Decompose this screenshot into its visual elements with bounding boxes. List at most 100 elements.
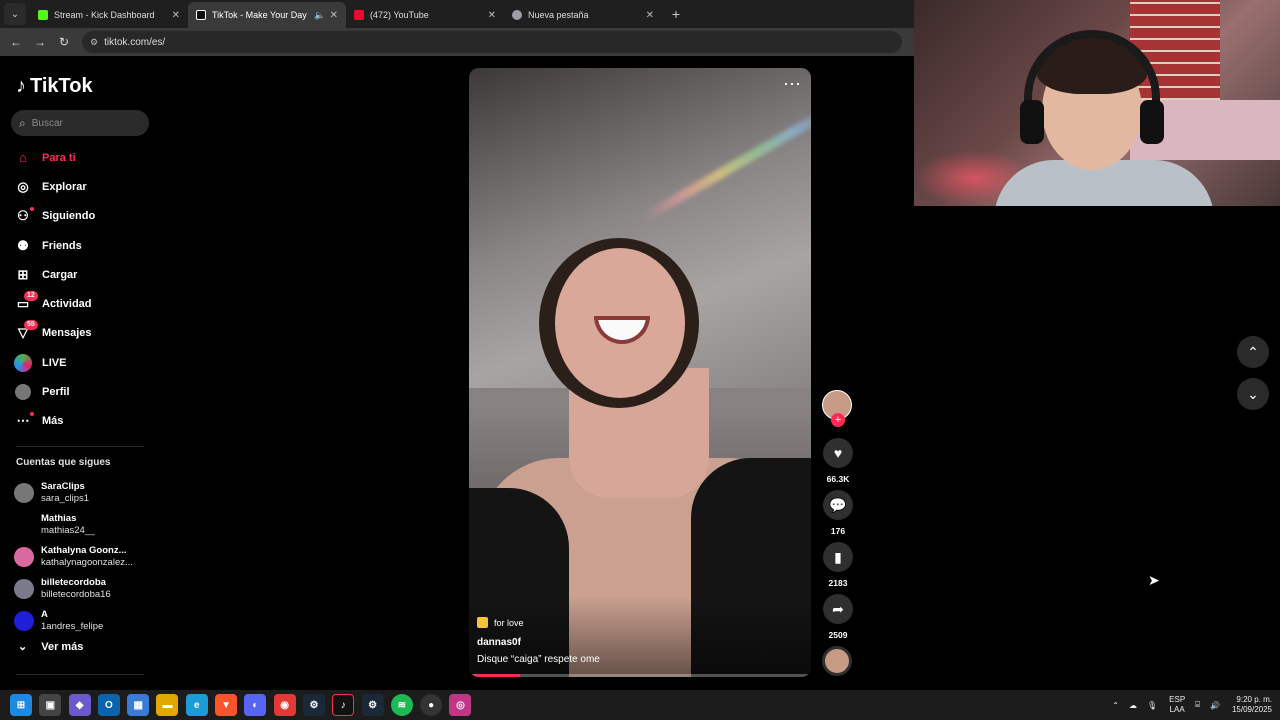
spotify-icon[interactable]: ≋ — [390, 694, 413, 716]
tiktok-note-icon: ♪ — [16, 75, 26, 97]
sidebar-item-cargar[interactable]: ⊞ Cargar — [14, 260, 154, 289]
following-account[interactable]: A 1andres_felipe — [14, 605, 154, 637]
tiktok-icon — [196, 10, 206, 20]
reload-icon[interactable]: ↻ — [54, 32, 74, 52]
forward-icon[interactable]: → — [30, 32, 50, 52]
sidebar-item-label: Perfil — [42, 386, 70, 399]
close-icon[interactable]: ✕ — [646, 10, 654, 21]
onedrive-icon[interactable]: ☁ — [1129, 701, 1137, 710]
chrome-icon — [512, 10, 522, 20]
next-video-button[interactable]: ⌄ — [1237, 378, 1269, 410]
sidebar-item-friends[interactable]: ⚉ Friends — [14, 231, 154, 260]
creator-avatar[interactable]: + — [822, 390, 852, 427]
chevron-up-icon[interactable]: ⌃ — [1112, 701, 1119, 710]
windows-taskbar: ⊞ ▣ ◆ O ▦ ▬ e ▼ ◐ ◉ ⚙ ♪ ⚙ ≋ ● ◎ ⌃ ☁ 🎙 ES… — [0, 690, 1280, 720]
language-indicator[interactable]: ESP LAA — [1169, 695, 1185, 715]
file-explorer-icon[interactable]: ▬ — [156, 694, 179, 716]
volume-icon[interactable]: 🔊 — [1210, 701, 1220, 710]
previous-video-button[interactable]: ⌃ — [1237, 336, 1269, 368]
close-icon[interactable]: ✕ — [172, 10, 180, 21]
url-field[interactable]: ⚙ tiktok.com/es/ — [82, 31, 902, 53]
following-section-title: Cuentas que sigues — [16, 457, 111, 468]
streamer — [974, 30, 1214, 206]
brave-icon[interactable]: ▼ — [215, 694, 238, 716]
clock[interactable]: 9:20 p. m. 15/09/2025 — [1232, 695, 1272, 715]
tab-youtube[interactable]: (472) YouTube ✕ — [346, 2, 504, 28]
language-code: ESP — [1169, 695, 1186, 704]
sidebar-item-label: Para ti — [42, 151, 76, 164]
tab-new[interactable]: Nueva pestaña ✕ — [504, 2, 662, 28]
obs-icon[interactable]: ● — [420, 694, 443, 716]
more-icon: ⋯ — [14, 412, 34, 430]
search-icon[interactable]: ⌕ — [19, 116, 26, 131]
chevron-up-icon: ⌃ — [1247, 343, 1259, 360]
windows-start-icon[interactable]: ⊞ — [10, 694, 32, 716]
outlook-icon[interactable]: O — [97, 694, 120, 716]
like-action[interactable]: ♥ 66.3K — [822, 438, 854, 484]
video-caption: Disque “caiga” respete ome — [477, 654, 600, 665]
steam-icon[interactable]: ⚙ — [361, 694, 384, 716]
tab-search-button[interactable]: ⌄ — [4, 3, 26, 25]
comment-icon[interactable]: 💬 — [823, 490, 853, 520]
share-icon[interactable]: ➦ — [823, 594, 853, 624]
like-count: 66.3K — [826, 474, 850, 484]
instagram-icon[interactable]: ◎ — [449, 694, 472, 716]
share-action[interactable]: ➦ 2509 — [822, 594, 854, 640]
save-action[interactable]: ▮ 2183 — [822, 542, 854, 588]
more-options-icon[interactable]: ⋯ — [783, 74, 801, 95]
divider — [16, 674, 144, 675]
following-account[interactable]: billetecordoba billetecordoba16 — [14, 573, 154, 605]
webcam-overlay — [914, 0, 1280, 206]
sidebar-nav: ⌂ Para ti ◎ Explorar ⚇ Siguiendo ⚉ Frien… — [14, 143, 154, 436]
sidebar-item-siguiendo[interactable]: ⚇ Siguiendo — [14, 202, 154, 231]
sidebar-item-live[interactable]: LIVE — [14, 348, 154, 377]
video-player[interactable]: ⋯ for love dannas0f Disque “caiga” respe… — [469, 68, 811, 677]
see-more-label: Ver más — [41, 640, 84, 653]
sidebar-item-mas[interactable]: ⋯ Más — [14, 407, 154, 436]
store-icon[interactable]: ▦ — [127, 694, 150, 716]
back-icon[interactable]: ← — [6, 32, 26, 52]
task-view-icon[interactable]: ▣ — [39, 694, 62, 716]
tab-title: Stream - Kick Dashboard — [54, 10, 155, 20]
site-info-icon[interactable]: ⚙ — [90, 37, 98, 48]
following-account[interactable]: Mathias mathias24__ — [14, 509, 154, 541]
video-progress-bar[interactable] — [469, 674, 811, 677]
steam-icon[interactable]: ⚙ — [302, 694, 325, 716]
sidebar-item-mensajes[interactable]: ▽ 55 Mensajes — [14, 319, 154, 348]
tab-tiktok[interactable]: TikTok - Make Your Day 🔈 ✕ — [188, 2, 346, 28]
close-icon[interactable]: ✕ — [330, 10, 338, 21]
sidebar-item-explorar[interactable]: ◎ Explorar — [14, 172, 154, 201]
network-icon[interactable]: ⌸ — [1195, 700, 1200, 710]
following-account[interactable]: Kathalyna Goonz... kathalynagoonzalez... — [14, 541, 154, 573]
tab-kick[interactable]: Stream - Kick Dashboard ✕ — [30, 2, 188, 28]
video-author[interactable]: dannas0f — [477, 637, 521, 648]
tiktok-icon[interactable]: ♪ — [332, 694, 355, 716]
see-more-button[interactable]: ⌄ Ver más — [18, 640, 84, 654]
comment-action[interactable]: 💬 176 — [822, 490, 854, 536]
tiktok-logo[interactable]: ♪ TikTok — [16, 75, 93, 98]
edge-icon[interactable]: e — [185, 694, 208, 716]
copilot-icon[interactable]: ◆ — [68, 694, 91, 716]
new-tab-button[interactable]: + — [666, 4, 686, 24]
search-bar[interactable]: ⌕ — [11, 110, 149, 136]
follow-plus-icon[interactable]: + — [831, 413, 845, 427]
music-disc-icon[interactable] — [822, 646, 852, 676]
divider — [16, 446, 144, 447]
chrome-icon[interactable]: ◉ — [273, 694, 296, 716]
chevron-down-icon: ⌄ — [1247, 385, 1259, 402]
tab-title: TikTok - Make Your Day — [212, 10, 307, 20]
search-input[interactable] — [31, 117, 132, 129]
sidebar-item-para-ti[interactable]: ⌂ Para ti — [14, 143, 154, 172]
discord-icon[interactable]: ◐ — [244, 694, 267, 716]
heart-icon[interactable]: ♥ — [823, 438, 853, 468]
bookmark-icon[interactable]: ▮ — [823, 542, 853, 572]
following-account[interactable]: SaraClips sara_clips1 — [14, 477, 154, 509]
activity-badge: 12 — [24, 291, 38, 302]
close-icon[interactable]: ✕ — [488, 10, 496, 21]
sidebar-item-actividad[interactable]: ▭ 12 Actividad — [14, 289, 154, 318]
avatar — [14, 579, 34, 599]
sidebar-item-perfil[interactable]: Perfil — [14, 377, 154, 406]
speaker-icon[interactable]: 🔈 — [314, 10, 325, 21]
microphone-icon[interactable]: 🎙 — [1147, 701, 1157, 710]
video-tag[interactable]: for love — [477, 617, 524, 628]
